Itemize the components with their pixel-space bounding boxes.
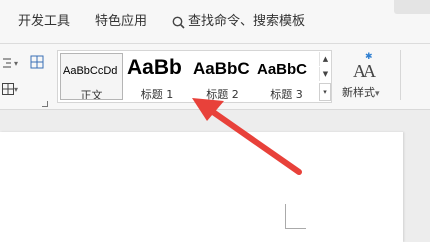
annotation-arrow [192,98,302,175]
